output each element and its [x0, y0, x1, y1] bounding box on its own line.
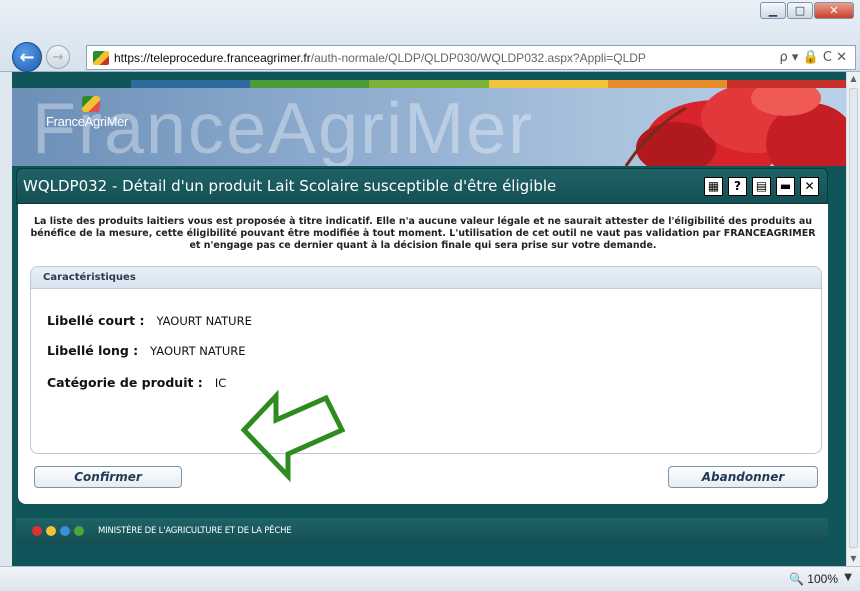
footer-dot-icon: [60, 526, 70, 536]
footer-dot-icon: [74, 526, 84, 536]
browser-toolbar: ▁ □ ✕ ← → https://teleprocedure.franceag…: [0, 0, 860, 72]
help-icon[interactable]: ?: [728, 176, 747, 196]
field-category: Catégorie de produit : IC: [47, 375, 226, 390]
title-toolbar: ▦? ▤ ▬ ✕: [704, 176, 819, 196]
color-stripe-segment: [726, 80, 846, 88]
forward-button[interactable]: →: [46, 45, 70, 69]
footer-dot-icon: [32, 526, 42, 536]
flower-image: [624, 88, 846, 166]
maximize-window-button[interactable]: □: [787, 2, 813, 19]
disclaimer-text: La liste des produits laitiers vous est …: [30, 216, 816, 251]
field-value: YAOURT NATURE: [156, 314, 252, 328]
ministry-text: MINISTÈRE DE L'AGRICULTURE ET DE LA PÊCH…: [98, 526, 292, 536]
page-title: WQLDP032 - Détail d'un produit Lait Scol…: [23, 177, 557, 195]
field-long-label: Libellé long : YAOURT NATURE: [47, 343, 246, 358]
print-icon[interactable]: ▤: [752, 176, 771, 196]
footer-dots: [28, 526, 84, 536]
scroll-thumb[interactable]: [849, 88, 858, 548]
field-value: IC: [214, 376, 227, 390]
page-container: FranceAgriMer FranceAgriMer WQLDP032 - D…: [12, 72, 846, 566]
site-favicon-icon: [93, 50, 109, 65]
vertical-scrollbar[interactable]: ▲ ▼: [846, 72, 860, 566]
minimize-icon[interactable]: ▬: [776, 176, 795, 196]
field-label: Catégorie de produit :: [47, 375, 203, 390]
field-value: YAOURT NATURE: [150, 344, 246, 358]
url-host: https://teleprocedure.franceagrimer.fr: [114, 50, 311, 65]
confirm-button[interactable]: Confirmer: [34, 466, 182, 488]
section-title: Caractéristiques: [31, 267, 821, 289]
main-panel: La liste des produits laitiers vous est …: [18, 204, 828, 504]
zoom-level[interactable]: 🔍 100%: [789, 572, 838, 586]
url-text[interactable]: https://teleprocedure.franceagrimer.fr/a…: [114, 51, 780, 65]
color-stripe-segment: [131, 80, 251, 88]
close-window-button[interactable]: ✕: [814, 2, 854, 19]
minimize-window-button[interactable]: ▁: [760, 2, 786, 19]
logo-icon: [82, 96, 100, 112]
footer-dot-icon: [46, 526, 56, 536]
close-icon[interactable]: ✕: [800, 176, 819, 196]
window-controls: ▁ □ ✕: [760, 2, 854, 19]
calculator-icon[interactable]: ▦: [704, 176, 723, 196]
zoom-dropdown-icon[interactable]: ▼: [844, 572, 852, 583]
zoom-value: 100%: [807, 572, 838, 586]
field-label: Libellé court :: [47, 313, 145, 328]
scroll-up-icon[interactable]: ▲: [847, 72, 860, 86]
field-short-label: Libellé court : YAOURT NATURE: [47, 313, 252, 328]
address-bar[interactable]: https://teleprocedure.franceagrimer.fr/a…: [86, 45, 856, 70]
scroll-down-icon[interactable]: ▼: [847, 552, 860, 566]
color-stripe-segment: [12, 80, 132, 88]
status-bar: 🔍 100% ▼: [0, 566, 860, 591]
color-stripe: [12, 80, 846, 88]
logo-text: FranceAgriMer: [46, 114, 129, 129]
back-button[interactable]: ←: [12, 42, 42, 72]
color-stripe-segment: [250, 80, 370, 88]
url-path: /auth-normale/QLDP/QLDP030/WQLDP032.aspx…: [310, 50, 646, 65]
color-stripe-segment: [488, 80, 608, 88]
color-stripe-segment: [607, 80, 727, 88]
annotation-arrow-icon: [240, 389, 346, 482]
address-tools[interactable]: ρ ▾ 🔒 C ✕: [780, 50, 847, 65]
abandon-button[interactable]: Abandonner: [668, 466, 818, 488]
page-title-bar: WQLDP032 - Détail d'un produit Lait Scol…: [16, 168, 828, 204]
color-stripe-segment: [369, 80, 489, 88]
web-viewport: FranceAgriMer FranceAgriMer WQLDP032 - D…: [12, 72, 846, 566]
header-banner: FranceAgriMer FranceAgriMer: [12, 88, 846, 166]
characteristics-panel: Caractéristiques Libellé court : YAOURT N…: [30, 266, 822, 454]
footer-bar: MINISTÈRE DE L'AGRICULTURE ET DE LA PÊCH…: [16, 518, 828, 544]
field-label: Libellé long :: [47, 343, 139, 358]
